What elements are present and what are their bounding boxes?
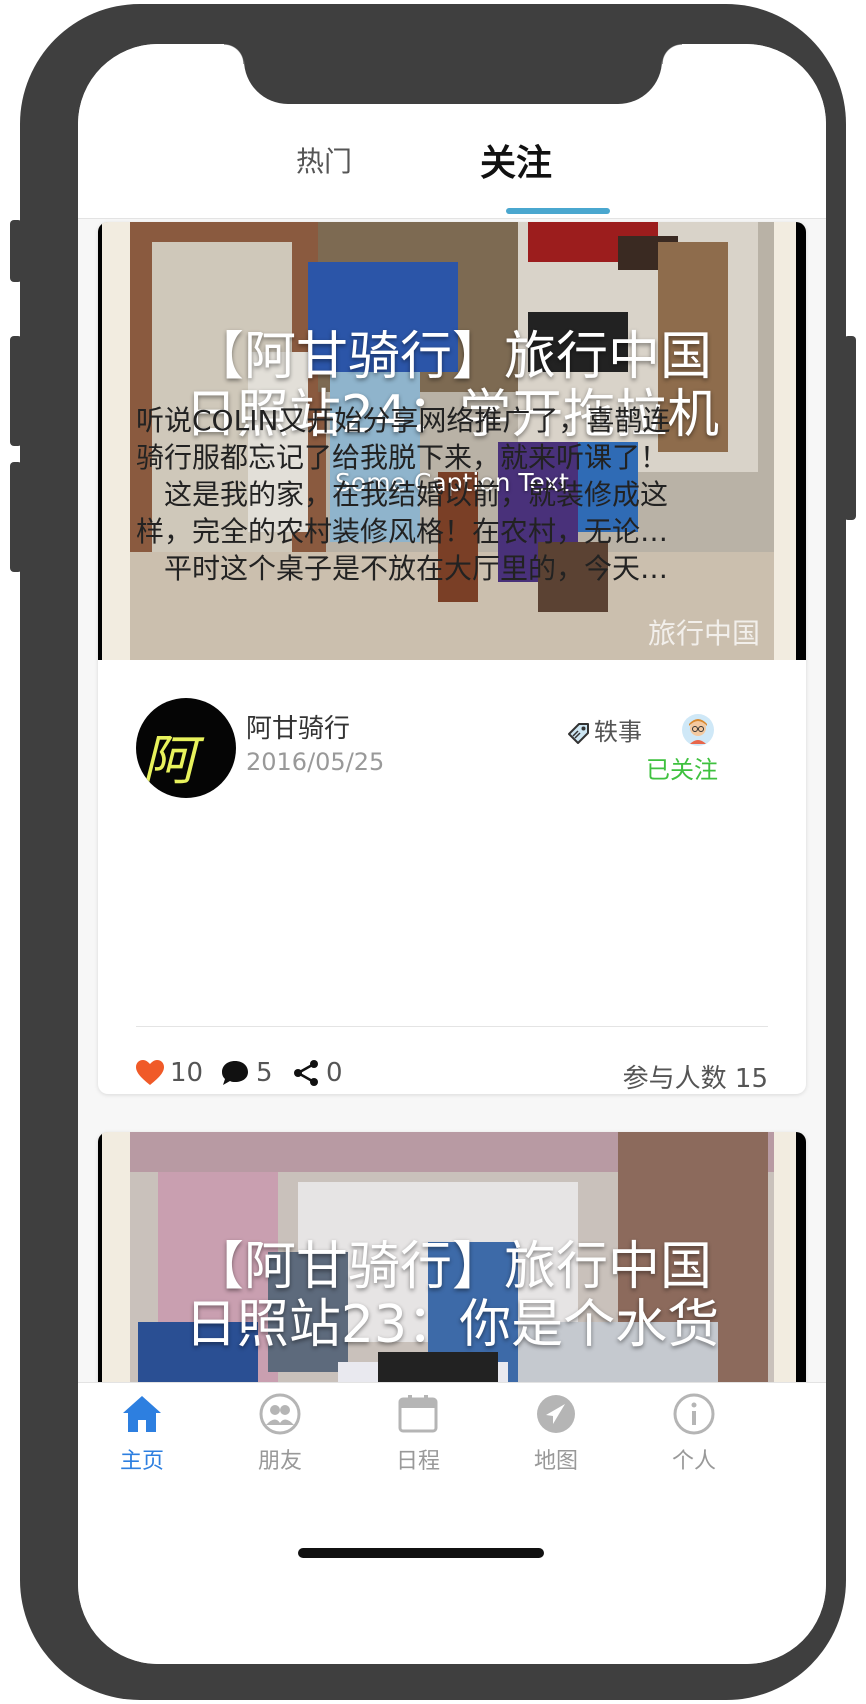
map-icon [537,1395,575,1433]
nav-profile[interactable]: 个人 [644,1393,744,1475]
comment-button[interactable]: 5 [220,1058,273,1088]
post-title-line-2: 日照站23：你是个水货 [184,1295,720,1355]
nav-friends-label: 朋友 [257,1449,302,1474]
post-divider [136,1026,768,1027]
nav-profile-label: 个人 [671,1449,716,1474]
post-body: 10 5 0 参与人数 15 [98,660,806,1094]
nav-home-label: 主页 [119,1449,164,1474]
post-title: 【阿甘骑行】旅行中国 日照站23：你是个水货 [98,1238,806,1354]
phone-frame: 热门 关注 【阿甘骑行】旅行中国 日照站24：学开拖拉机 Some Captio… [20,4,846,1700]
friends-icon [259,1393,301,1435]
notch [224,44,682,104]
content-line: 这是我的家，在我结婚以前，就装修成这 [136,478,669,511]
like-count: 10 [170,1058,204,1088]
home-indicator[interactable] [298,1548,544,1558]
post-title-line-1: 【阿甘骑行】旅行中国 [191,327,712,387]
nav-map-label: 地图 [533,1449,578,1474]
tab-hot[interactable]: 热门 [296,140,352,180]
share-count: 0 [326,1058,343,1088]
nav-schedule-label: 日程 [395,1449,440,1474]
content-line: 样，完全的农村装修风格！在农村，无论… [136,515,669,548]
info-icon [673,1393,715,1435]
photo-watermark: 旅行中国 [647,617,760,650]
content-line: 骑行服都忘记了给我脱下来，就来听课了！ [136,441,669,474]
content-line: 听说COLIN又开始分享网络推广了，喜鹊连 [136,404,671,437]
home-icon [123,1396,161,1432]
nav-map[interactable]: 地图 [506,1393,606,1475]
nav-schedule[interactable]: 日程 [368,1393,468,1475]
participant-count: 参与人数 15 [622,1064,768,1094]
post-card[interactable]: 【阿甘骑行】旅行中国 日照站24：学开拖拉机 Some Caption Text… [98,222,806,1094]
comment-bubble-icon [222,1061,248,1085]
tab-indicator [506,208,610,214]
post-actions: 10 5 0 参与人数 15 [136,1058,768,1094]
like-button[interactable]: 10 [136,1058,203,1088]
share-button[interactable]: 0 [292,1058,343,1088]
nav-friends[interactable]: 朋友 [230,1393,330,1475]
heart-icon [136,1060,164,1085]
nav-home[interactable]: 主页 [92,1393,192,1475]
bottom-tab-bar: 主页 朋友 日程 地图 个人 [78,1382,826,1664]
content-line: 平时这个桌子是不放在大厅里的，今天… [136,552,669,585]
post-title-line-1: 【阿甘骑行】旅行中国 [191,1237,712,1297]
comment-count: 5 [256,1058,273,1088]
post-content[interactable]: 听说COLIN又开始分享网络推广了，喜鹊连 骑行服都忘记了给我脱下来，就来听课了… [136,402,712,587]
calendar-icon [398,1395,438,1433]
tab-following[interactable]: 关注 [480,134,552,186]
screen: 热门 关注 【阿甘骑行】旅行中国 日照站24：学开拖拉机 Some Captio… [78,44,826,1664]
share-icon [294,1060,318,1086]
